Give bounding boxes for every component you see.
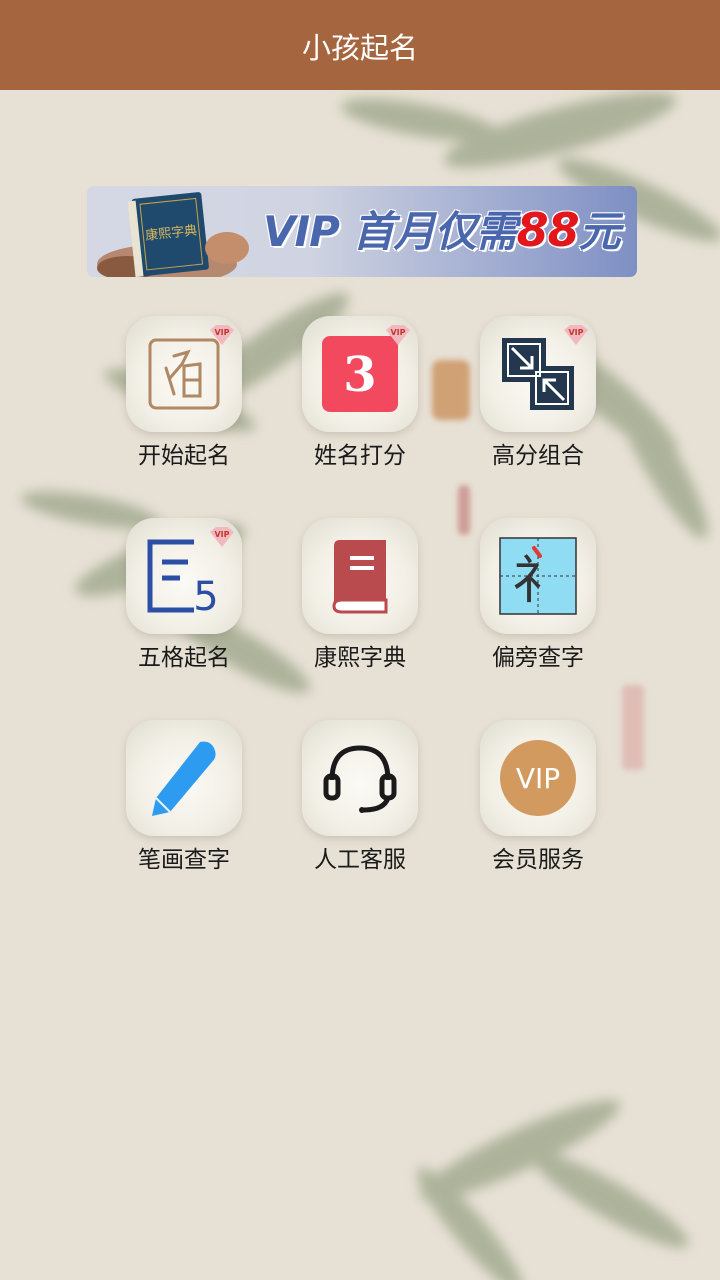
- menu-item-label: 姓名打分: [314, 443, 406, 469]
- menu-item-member-service[interactable]: VIP 会员服务: [450, 720, 626, 890]
- name-seal-icon: [148, 338, 220, 410]
- svg-text:VIP: VIP: [568, 328, 583, 337]
- menu-item-start-naming[interactable]: VIP 开始起名: [96, 316, 272, 486]
- status-bar: [0, 0, 720, 8]
- page-title: 小孩起名: [301, 31, 418, 65]
- vip-diamond-badge-icon: VIP: [564, 325, 588, 345]
- svg-text:VIP: VIP: [214, 530, 229, 539]
- menu-item-label: 人工客服: [314, 847, 406, 873]
- menu-item-label: 高分组合: [492, 443, 584, 469]
- menu-item-label: 偏旁查字: [492, 645, 584, 671]
- feature-grid: VIP 开始起名 3 VIP 姓名打分 VIP 高分组合 5 VIP 五格起名 …: [0, 0, 720, 1280]
- menu-item-label: 开始起名: [138, 443, 230, 469]
- combine-arrows-icon: [502, 338, 574, 410]
- menu-item-icon-box: [302, 518, 418, 634]
- menu-item-label: 五格起名: [138, 645, 230, 671]
- menu-item-five-grid-naming[interactable]: 5 VIP 五格起名: [96, 518, 272, 688]
- menu-item-icon-box: VIP: [126, 316, 242, 432]
- menu-item-kangxi-dictionary[interactable]: 康熙字典: [272, 518, 448, 688]
- menu-item-icon-box: VIP: [480, 316, 596, 432]
- vip-diamond-badge-icon: VIP: [210, 527, 234, 547]
- menu-item-icon-box: 3 VIP: [302, 316, 418, 432]
- menu-item-label: 康熙字典: [314, 645, 406, 671]
- vip-circle-text: VIP: [516, 762, 560, 795]
- menu-item-customer-service[interactable]: 人工客服: [272, 720, 448, 890]
- menu-item-icon-box: VIP: [480, 720, 596, 836]
- score-3-icon: 3: [322, 336, 398, 412]
- svg-text:VIP: VIP: [214, 328, 229, 337]
- radical-lookup-icon: 礻: [499, 537, 577, 615]
- svg-text:VIP: VIP: [390, 328, 405, 337]
- menu-item-icon-box: [126, 720, 242, 836]
- menu-item-stroke-lookup[interactable]: 笔画查字: [96, 720, 272, 890]
- menu-item-name-score[interactable]: 3 VIP 姓名打分: [272, 316, 448, 486]
- headset-icon: [323, 745, 397, 813]
- menu-item-radical-lookup[interactable]: 礻 偏旁查字: [450, 518, 626, 688]
- vip-diamond-badge-icon: VIP: [210, 325, 234, 345]
- menu-item-icon-box: 5 VIP: [126, 518, 242, 634]
- vip-diamond-badge-icon: VIP: [386, 325, 410, 345]
- menu-item-label: 笔画查字: [138, 847, 230, 873]
- menu-item-icon-box: [302, 720, 418, 836]
- menu-item-high-score-combo[interactable]: VIP 高分组合: [450, 316, 626, 486]
- five-grid-icon: 5: [147, 539, 219, 616]
- score-3-text: 3: [343, 347, 376, 403]
- menu-item-label: 会员服务: [492, 847, 584, 873]
- five-grid-number: 5: [193, 574, 218, 616]
- pencil-icon: [152, 741, 216, 816]
- vip-circle-icon: VIP: [500, 740, 576, 816]
- dictionary-book-icon: [332, 540, 388, 614]
- radical-glyph: 礻: [512, 551, 564, 611]
- menu-item-icon-box: 礻: [480, 518, 596, 634]
- app-header: 小孩起名: [0, 0, 720, 90]
